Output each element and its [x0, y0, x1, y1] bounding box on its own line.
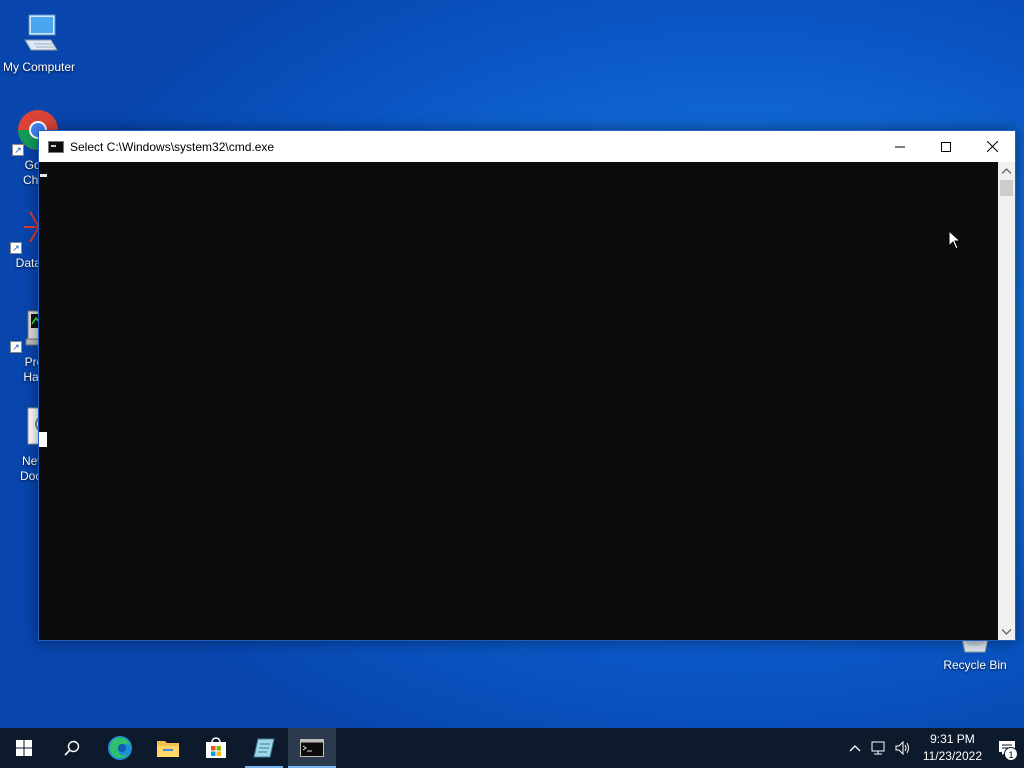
shortcut-arrow-icon: ↗ — [12, 144, 24, 156]
network-icon — [871, 741, 885, 755]
selection-marker — [39, 432, 47, 447]
speaker-icon — [895, 741, 909, 755]
taskbar-notepad-app[interactable] — [240, 728, 288, 768]
scroll-down-button[interactable] — [998, 623, 1015, 640]
action-center-button[interactable]: 1 — [990, 728, 1024, 768]
chevron-down-icon — [1002, 628, 1011, 635]
clock-date: 11/23/2022 — [922, 749, 982, 763]
minimize-button[interactable] — [877, 131, 923, 162]
notification-count-badge: 1 — [1004, 747, 1018, 761]
network-button[interactable] — [867, 728, 891, 768]
cmd-titlebar[interactable]: Select C:\Windows\system32\cmd.exe — [39, 131, 1015, 162]
console-area[interactable] — [39, 162, 998, 640]
notepad-icon — [253, 738, 275, 758]
windows-logo-icon — [16, 740, 32, 756]
maximize-button[interactable] — [923, 131, 969, 162]
mouse-pointer-icon — [948, 230, 962, 250]
shortcut-arrow-icon: ↗ — [10, 341, 22, 353]
computer-icon — [15, 10, 63, 58]
taskbar-clock[interactable]: 9:31 PM 11/23/2022 — [915, 731, 990, 765]
start-button[interactable] — [0, 728, 48, 768]
taskbar: 9:31 PM 11/23/2022 1 — [0, 728, 1024, 768]
clock-time: 9:31 PM — [930, 732, 975, 746]
cmd-icon — [300, 739, 324, 757]
close-button[interactable] — [969, 131, 1015, 162]
maximize-icon — [941, 141, 951, 152]
taskbar-command-prompt[interactable] — [288, 728, 336, 768]
system-tray: 9:31 PM 11/23/2022 1 — [843, 728, 1024, 768]
store-icon — [206, 737, 226, 758]
search-icon — [64, 740, 80, 756]
vertical-scrollbar[interactable] — [998, 162, 1015, 640]
taskbar-file-explorer[interactable] — [144, 728, 192, 768]
close-icon — [986, 141, 998, 152]
scroll-up-button[interactable] — [998, 162, 1015, 179]
taskbar-microsoft-store[interactable] — [192, 728, 240, 768]
edge-icon — [108, 736, 132, 760]
volume-button[interactable] — [891, 728, 915, 768]
desktop-icon-label: My Computer — [2, 60, 76, 74]
shortcut-arrow-icon: ↗ — [10, 242, 22, 254]
show-hidden-icons-button[interactable] — [843, 728, 867, 768]
cmd-window[interactable]: Select C:\Windows\system32\cmd.exe — [38, 130, 1016, 641]
desktop-icon-label: Recycle Bin — [943, 658, 1007, 672]
taskbar-edge[interactable] — [96, 728, 144, 768]
desktop-icon-my-computer[interactable]: My Computer — [1, 10, 77, 75]
minimize-icon — [895, 146, 905, 147]
scroll-thumb[interactable] — [1000, 180, 1013, 196]
search-button[interactable] — [48, 728, 96, 768]
text-cursor — [40, 174, 47, 177]
cmd-app-icon — [48, 140, 64, 153]
folder-icon — [157, 741, 179, 757]
chevron-up-icon — [849, 745, 861, 752]
window-title: Select C:\Windows\system32\cmd.exe — [70, 139, 275, 154]
chevron-up-icon — [1002, 167, 1011, 174]
